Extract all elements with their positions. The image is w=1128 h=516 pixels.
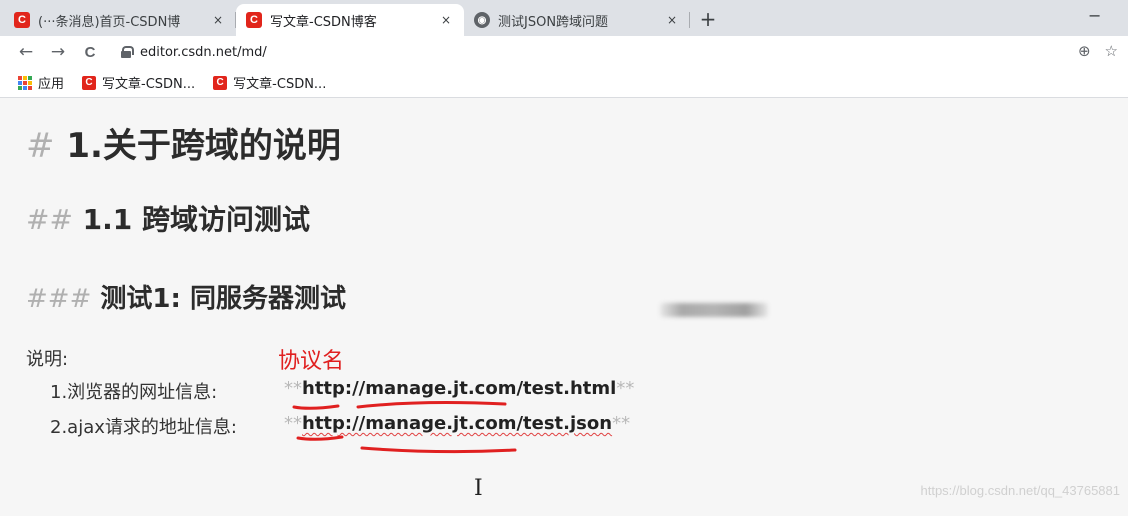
description-label: 说明: (26, 349, 69, 370)
new-tab-button[interactable]: + (696, 7, 720, 31)
bookmark-write-article-2[interactable]: C 写文章-CSDN... (213, 73, 326, 92)
minimize-button[interactable]: − (1088, 6, 1101, 25)
bold-marker: ** (612, 413, 631, 434)
tab-json-test[interactable]: ◉ 测试JSON跨域问题 × (464, 4, 690, 36)
globe-icon: ◉ (474, 12, 490, 28)
heading-text: 1.关于跨域的说明 (66, 126, 341, 166)
bookmark-label: 写文章-CSDN... (102, 77, 196, 92)
forward-button[interactable]: → (46, 42, 70, 62)
close-icon[interactable]: × (664, 13, 680, 27)
heading-text: 1.1 跨域访问测试 (82, 203, 311, 236)
bookmark-apps[interactable]: 应用 (18, 73, 64, 92)
text-cursor-icon: I (474, 476, 483, 501)
bookmark-write-article-1[interactable]: C 写文章-CSDN... (82, 73, 195, 92)
item-1-label: 1.浏览器的网址信息: (50, 382, 218, 403)
heading-2[interactable]: ## 1.1 跨域访问测试 (26, 198, 310, 238)
tab-strip: C (···条消息)首页-CSDN博 × C 写文章-CSDN博客 × ◉ 测试… (0, 0, 1128, 36)
heading-3[interactable]: ### 测试1: 同服务器测试 (26, 278, 346, 315)
lock-icon[interactable] (120, 46, 134, 58)
heading-1[interactable]: # 1.关于跨域的说明 (26, 118, 341, 167)
reload-button[interactable]: C (78, 44, 102, 61)
bold-marker: ** (284, 413, 302, 434)
bookmark-label: 写文章-CSDN... (233, 77, 327, 92)
browser-toolbar: ← → C editor.csdn.net/md/ ⊕ ☆ (0, 36, 1128, 68)
item-2-label: 2.ajax请求的地址信息: (50, 417, 237, 438)
csdn-icon: C (246, 12, 262, 28)
annotation-label: 协议名 (278, 349, 345, 374)
tab-title: 写文章-CSDN博客 (270, 14, 377, 30)
csdn-icon: C (14, 12, 30, 28)
address-bar[interactable]: editor.csdn.net/md/ (140, 45, 267, 60)
item-2-url[interactable]: **http://manage.jt.com/test.json** (284, 413, 630, 434)
blurred-region (660, 303, 768, 317)
url-text: http://manage.jt.com/test.html (302, 378, 617, 399)
tab-title: (···条消息)首页-CSDN博 (38, 14, 181, 30)
apps-grid-icon (18, 75, 32, 90)
watermark: https://blog.csdn.net/qq_43765881 (920, 483, 1121, 498)
csdn-icon: C (82, 75, 97, 90)
bold-marker: ** (616, 378, 635, 399)
bold-marker: ** (284, 378, 302, 399)
heading-mark: ## (26, 203, 73, 236)
zoom-icon[interactable]: ⊕ (1078, 42, 1091, 60)
url-text: http://manage.jt.com/test.json (302, 413, 613, 434)
bookmark-label: 应用 (38, 77, 65, 92)
heading-text: 测试1: 同服务器测试 (100, 284, 346, 314)
close-icon[interactable]: × (210, 13, 226, 27)
csdn-icon: C (213, 75, 228, 90)
close-icon[interactable]: × (438, 13, 454, 27)
tab-csdn-home[interactable]: C (···条消息)首页-CSDN博 × (4, 4, 236, 36)
item-1-url[interactable]: **http://manage.jt.com/test.html** (284, 378, 634, 399)
star-icon[interactable]: ☆ (1105, 42, 1118, 60)
markdown-editor[interactable]: # 1.关于跨域的说明 ## 1.1 跨域访问测试 ### 测试1: 同服务器测… (0, 98, 1128, 516)
heading-mark: ### (26, 284, 92, 314)
bookmarks-bar: 应用 C 写文章-CSDN... C 写文章-CSDN... (0, 68, 1128, 98)
heading-mark: # (26, 126, 55, 166)
tab-write-article[interactable]: C 写文章-CSDN博客 × (236, 4, 464, 36)
tab-title: 测试JSON跨域问题 (498, 14, 609, 30)
back-button[interactable]: ← (14, 42, 38, 62)
